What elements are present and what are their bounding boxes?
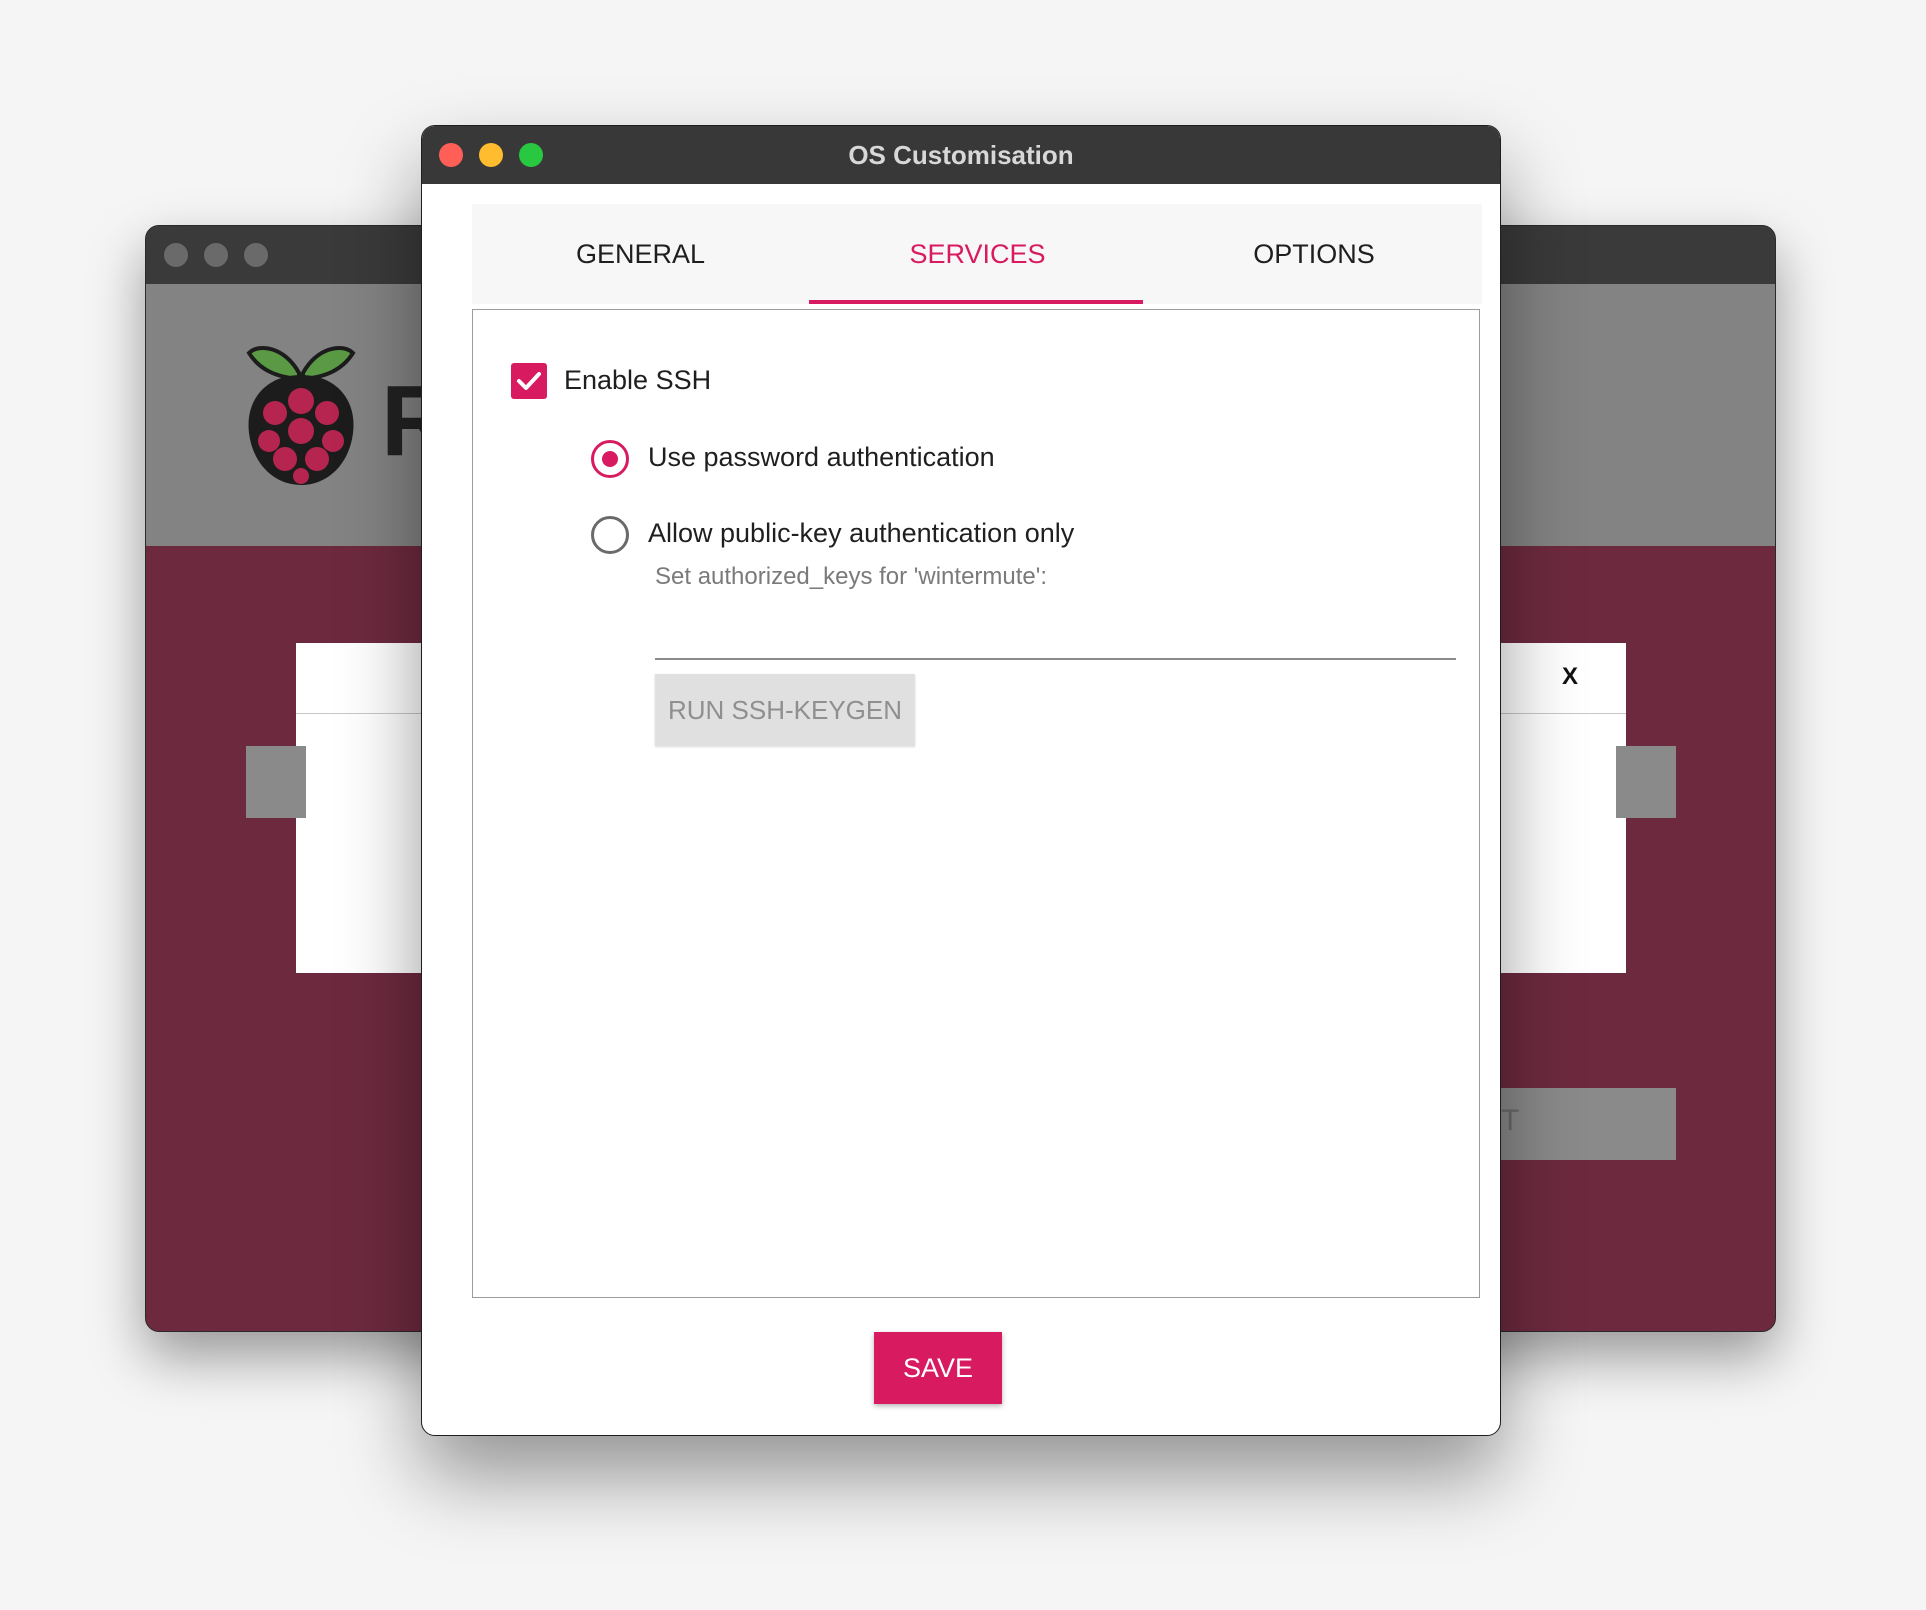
pubkey-auth-label[interactable]: Allow public-key authentication only <box>648 518 1074 549</box>
window-title: OS Customisation <box>848 140 1074 170</box>
services-panel: Enable SSH Use password authentication A… <box>472 309 1480 1298</box>
background-field-right <box>1616 746 1676 818</box>
pubkey-auth-radio[interactable] <box>591 516 629 554</box>
password-auth-radio[interactable] <box>591 440 629 478</box>
run-ssh-keygen-button[interactable]: RUN SSH-KEYGEN <box>655 674 915 746</box>
raspberry-logo-icon <box>246 345 356 485</box>
titlebar: OS Customisation <box>422 126 1500 184</box>
tab-services[interactable]: SERVICES <box>809 204 1146 304</box>
background-field-left <box>246 746 306 818</box>
os-customisation-window: OS Customisation GENERAL SERVICES OPTION… <box>421 125 1501 1436</box>
enable-ssh-label[interactable]: Enable SSH <box>564 365 711 396</box>
save-button[interactable]: SAVE <box>874 1332 1002 1404</box>
password-auth-label[interactable]: Use password authentication <box>648 442 995 473</box>
bg-close-dot <box>164 243 188 267</box>
bg-minimize-dot <box>204 243 228 267</box>
active-tab-indicator <box>809 300 1143 304</box>
background-dialog-close: X <box>1561 663 1578 690</box>
tab-general[interactable]: GENERAL <box>472 204 809 304</box>
bg-zoom-dot <box>244 243 268 267</box>
authorized-keys-input[interactable] <box>655 600 1456 660</box>
tab-bar: GENERAL SERVICES OPTIONS <box>472 204 1482 304</box>
background-button-label: T <box>1501 1104 1520 1137</box>
authorized-keys-label: Set authorized_keys for 'wintermute': <box>655 563 1048 590</box>
enable-ssh-checkbox[interactable] <box>511 363 547 399</box>
background-button <box>1496 1088 1676 1160</box>
checkmark-icon <box>517 372 541 390</box>
tab-options[interactable]: OPTIONS <box>1146 204 1482 304</box>
